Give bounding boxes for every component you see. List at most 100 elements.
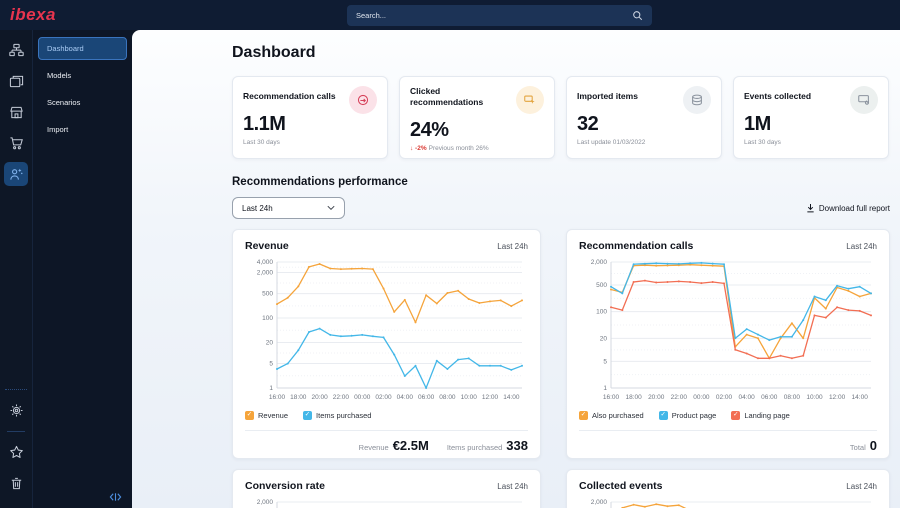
trash-icon[interactable] — [4, 471, 28, 495]
svg-text:06:00: 06:00 — [761, 394, 778, 401]
stat-caption: Last 30 days — [243, 139, 280, 146]
sitemap-icon[interactable] — [4, 38, 28, 62]
time-range-value: Last 24h — [242, 203, 273, 213]
svg-text:20: 20 — [600, 335, 608, 342]
stat-card-clicked-recommendations: Clicked recommendations 24% ↓ -2% Previou… — [399, 76, 555, 159]
sidebar-menu: Dashboard Models Scenarios Import — [38, 37, 127, 141]
legend-checkbox[interactable]: ✓ — [303, 411, 313, 420]
stat-caption: Last update 01/03/2022 — [577, 139, 646, 146]
stat-caption: ↓ -2% Previous month 26% — [410, 144, 489, 152]
svg-text:12:00: 12:00 — [829, 394, 846, 401]
chart-title: Revenue — [245, 240, 289, 252]
screen-refresh-icon — [850, 86, 878, 114]
search-input[interactable] — [356, 11, 632, 20]
legend-checkbox[interactable]: ✓ — [731, 411, 741, 420]
sync-circle-icon — [349, 86, 377, 114]
sidebar-item-scenarios[interactable]: Scenarios — [38, 91, 127, 114]
chart-legend: ✓ Also purchased ✓ Product page ✓ Landing pag… — [579, 409, 877, 422]
main-content: Dashboard Recommendation calls 1.1M Last… — [132, 30, 900, 508]
svg-text:08:00: 08:00 — [439, 394, 456, 401]
personalization-icon[interactable] — [4, 162, 28, 186]
rail-divider-dotted — [5, 389, 27, 390]
download-icon — [806, 203, 815, 213]
stat-caption: Last 30 days — [744, 139, 781, 146]
stat-value: 1.1M — [243, 113, 286, 135]
sidebar-item-import[interactable]: Import — [38, 118, 127, 141]
chart-period: Last 24h — [497, 482, 528, 491]
storefront-icon[interactable] — [4, 100, 28, 124]
svg-text:16:00: 16:00 — [269, 394, 286, 401]
stat-value: 1M — [744, 113, 771, 135]
legend-checkbox[interactable]: ✓ — [579, 411, 588, 420]
svg-text:1: 1 — [269, 385, 273, 392]
legend-item[interactable]: ✓ Revenue — [245, 411, 288, 420]
chevron-down-icon — [327, 205, 335, 211]
settings-gear-icon[interactable] — [4, 398, 28, 422]
svg-text:00:00: 00:00 — [693, 394, 710, 401]
svg-text:100: 100 — [596, 309, 607, 316]
rail-divider — [7, 431, 25, 432]
chart-card-revenue: Revenue Last 24h 4,000 2,000 500 100 20 5 1 16:0… — [232, 229, 541, 459]
download-label: Download full report — [818, 203, 890, 213]
content-stack-icon[interactable] — [4, 69, 28, 93]
footer-metric: Revenue €2.5M — [358, 438, 429, 453]
svg-text:12:00: 12:00 — [482, 394, 499, 401]
svg-text:22:00: 22:00 — [671, 394, 688, 401]
svg-text:04:00: 04:00 — [397, 394, 414, 401]
stats-row: Recommendation calls 1.1M Last 30 days C… — [232, 76, 890, 159]
collected-events-chart: 2,000500100205116:0018:0020:0022:0000:00… — [579, 494, 877, 508]
chart-period: Last 24h — [497, 242, 528, 251]
legend-label: Landing page — [744, 411, 790, 420]
top-bar: ibexa — [0, 0, 900, 30]
legend-label: Items purchased — [316, 411, 372, 420]
legend-item[interactable]: ✓ Items purchased — [303, 411, 371, 420]
secondary-sidebar: Dashboard Models Scenarios Import — [32, 30, 132, 508]
sidebar-item-models[interactable]: Models — [38, 64, 127, 87]
svg-text:06:00: 06:00 — [418, 394, 435, 401]
ibexa-logo[interactable]: ibexa — [10, 5, 56, 25]
time-range-dropdown[interactable]: Last 24h — [232, 197, 345, 219]
footer-metric: Total 0 — [849, 438, 877, 453]
search-icon[interactable] — [632, 10, 643, 21]
chart-title: Collected events — [579, 480, 663, 492]
legend-item[interactable]: ✓ Product page — [658, 411, 716, 420]
svg-text:10:00: 10:00 — [461, 394, 478, 401]
chart-footer: Total 0 — [579, 437, 877, 455]
legend-item[interactable]: ✓ Landing page — [731, 411, 790, 420]
svg-text:2,000: 2,000 — [257, 499, 274, 506]
divider — [579, 430, 877, 431]
commerce-cart-icon[interactable] — [4, 131, 28, 155]
sidebar-item-dashboard[interactable]: Dashboard — [38, 37, 127, 60]
stat-title: Clicked recommendations — [410, 86, 484, 107]
section-heading: Recommendations performance — [232, 176, 408, 188]
svg-text:2,000: 2,000 — [591, 499, 608, 506]
legend-checkbox[interactable]: ✓ — [658, 411, 668, 420]
stat-title: Events collected — [744, 91, 812, 101]
svg-text:2,000: 2,000 — [257, 270, 274, 277]
svg-text:18:00: 18:00 — [290, 394, 307, 401]
stat-card-imported-items: Imported items 32 Last update 01/03/2022 — [566, 76, 722, 159]
stat-value: 32 — [577, 113, 599, 135]
svg-text:14:00: 14:00 — [503, 394, 520, 401]
svg-text:500: 500 — [262, 291, 273, 298]
footer-metric: Items purchased 338 — [446, 438, 528, 453]
legend-item[interactable]: ✓ Also purchased — [579, 411, 644, 420]
legend-label: Revenue — [258, 411, 289, 420]
svg-text:00:00: 00:00 — [354, 394, 371, 401]
bookmarks-star-icon[interactable] — [4, 440, 28, 464]
stat-card-recommendation-calls: Recommendation calls 1.1M Last 30 days — [232, 76, 388, 159]
download-full-report-link[interactable]: Download full report — [806, 203, 890, 213]
svg-text:10:00: 10:00 — [806, 394, 823, 401]
chart-period: Last 24h — [846, 242, 877, 251]
conversion-rate-chart: 2,000500100205116:0018:0020:0022:0000:00… — [245, 494, 528, 508]
search-bar[interactable] — [347, 5, 652, 26]
collapse-sidebar-icon[interactable] — [109, 492, 122, 502]
chart-card-conversion-rate: Conversion rate Last 24h 2,00050010020511… — [232, 469, 541, 508]
revenue-chart: 4,000 2,000 500 100 20 5 1 16:00 18:00 20:00 22:00… — [245, 254, 528, 409]
database-icon — [683, 86, 711, 114]
chart-card-recommendation-calls: Recommendation calls Last 24h 2,000 500 100… — [566, 229, 890, 459]
stat-value: 24% — [410, 118, 449, 141]
legend-checkbox[interactable]: ✓ — [245, 411, 254, 420]
chart-period: Last 24h — [846, 482, 877, 491]
recommendation-calls-chart: 2,000 500 100 20 5 1 16:00 18:00 20:00 22:00 00:00… — [579, 254, 877, 409]
